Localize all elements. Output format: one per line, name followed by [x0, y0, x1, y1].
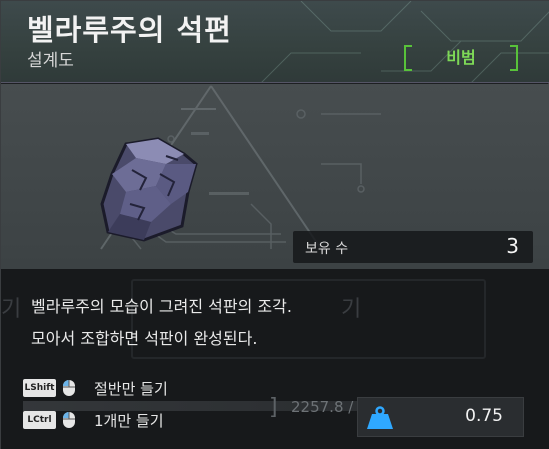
hint-half-stack[interactable]: LShift 절반만 들기 — [23, 377, 168, 399]
item-category: 설계도 — [27, 51, 74, 71]
item-tooltip: 벨라루주의 석편 설계도 비범 보유 수 3 기 기 벨라루주의 모습이 그려진… — [0, 0, 549, 449]
key-lctrl: LCtrl — [23, 411, 56, 429]
item-description: 기 기 벨라루주의 모습이 그려진 석판의 조각. 모아서 조합하면 석판이 완… — [1, 269, 549, 365]
mouse-left-click-icon — [63, 380, 75, 396]
hint-label-single: 1개만 들기 — [94, 411, 164, 430]
owned-label: 보유 수 — [305, 241, 349, 257]
item-name: 벨라루주의 석편 — [27, 13, 232, 47]
weight-box: 0.75 — [357, 397, 524, 437]
background-bracket: ] — [269, 395, 278, 420]
description-line-2: 모아서 조합하면 석판이 완성된다. — [31, 329, 258, 348]
rarity-label: 비범 — [446, 48, 476, 67]
hint-label-half: 절반만 들기 — [94, 379, 168, 398]
tooltip-footer: ] 2257.8 / 2700.0 LShift 절반만 들기 LCtrl 1개… — [1, 365, 549, 449]
mouse-left-click-icon — [63, 412, 75, 428]
hint-single-item[interactable]: LCtrl 1개만 들기 — [23, 409, 164, 431]
owned-count-box: 보유 수 3 — [293, 231, 533, 263]
stone-tablet-fragment-icon — [100, 137, 198, 242]
item-preview: 보유 수 3 — [1, 84, 549, 269]
key-lshift: LShift — [23, 379, 56, 397]
owned-count: 3 — [506, 234, 519, 258]
background-text-left: 기 — [1, 297, 22, 322]
badge-bracket-right — [510, 45, 518, 71]
description-line-1: 벨라루주의 모습이 그려진 석판의 조각. — [31, 297, 292, 316]
weight-icon — [367, 406, 393, 429]
tooltip-header: 벨라루주의 석편 설계도 비범 — [1, 1, 549, 83]
weight-value: 0.75 — [465, 406, 503, 426]
rarity-badge: 비범 — [404, 45, 518, 71]
background-text-right: 기 — [341, 297, 362, 322]
badge-bracket-left — [404, 45, 412, 71]
